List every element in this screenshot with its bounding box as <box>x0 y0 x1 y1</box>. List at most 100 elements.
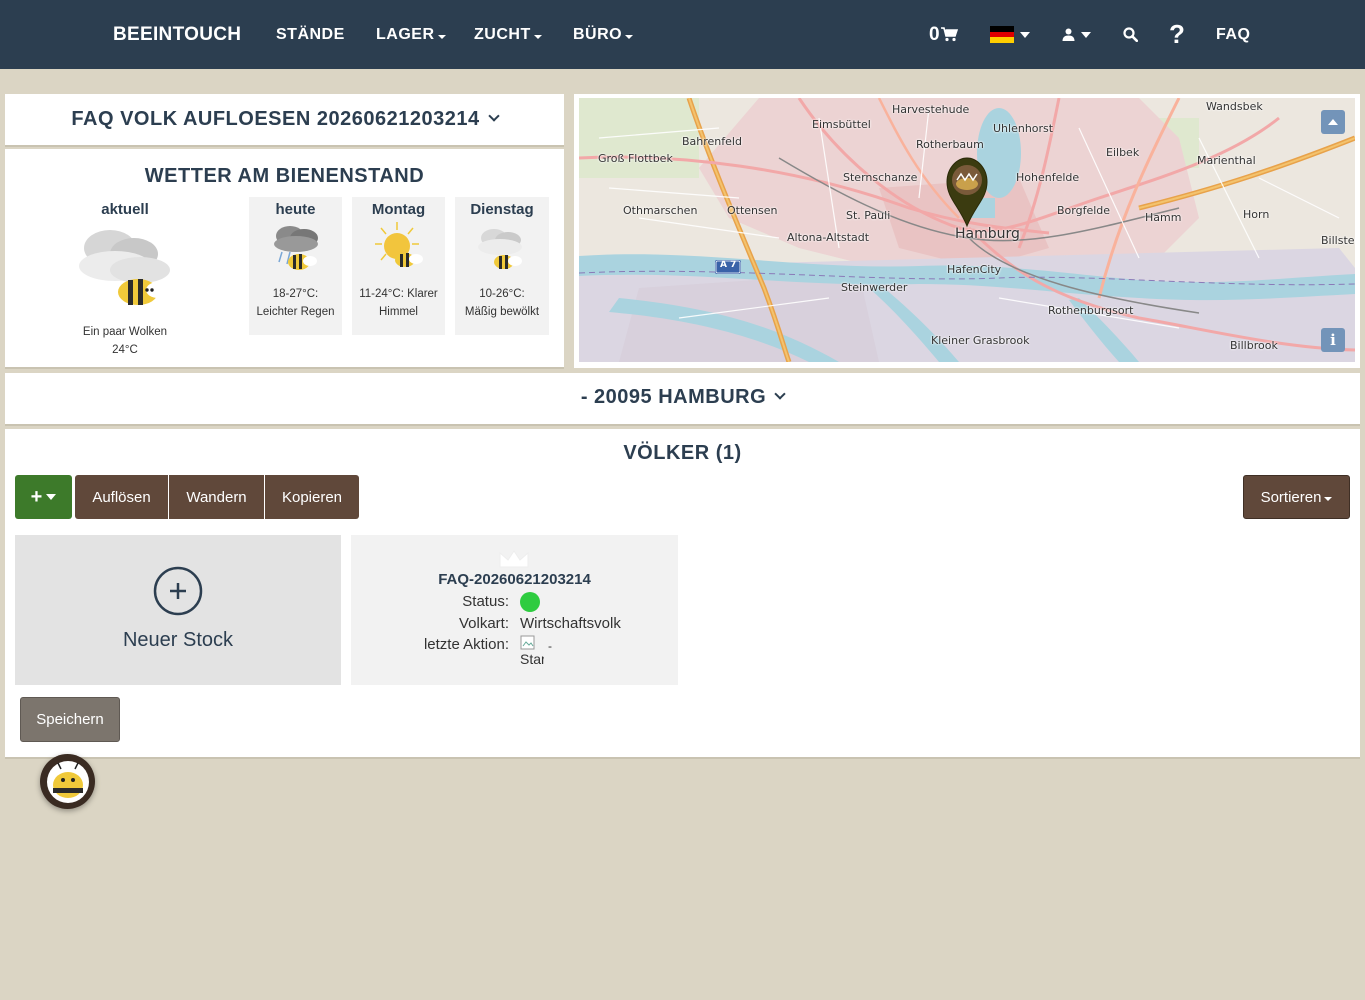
nav-zucht-dropdown[interactable]: ZUCHT <box>474 0 542 69</box>
status-label: Status: <box>462 593 509 610</box>
map-label: Borgfelde <box>1057 204 1111 217</box>
caret-down-icon <box>46 494 57 500</box>
search-button[interactable] <box>1123 0 1138 69</box>
last-action-image: Star <box>520 635 544 669</box>
weather-day-temp: 11-24°C: Klarer <box>359 288 438 300</box>
caret-down-icon <box>1324 497 1333 501</box>
top-navbar: BEEINTOUCH STÄNDE LAGER ZUCHT BÜRO 0 ? F… <box>0 0 1365 69</box>
copy-button[interactable]: Kopieren <box>265 475 359 519</box>
weather-title: WETTER AM BIENENSTAND <box>144 165 425 187</box>
map-label: Rothenburgsort <box>1048 304 1134 317</box>
nav-zucht-label: ZUCHT <box>474 25 531 43</box>
weather-day-label: Dienstag <box>470 201 534 218</box>
map-label: Groß Flottbek <box>598 152 673 165</box>
caret-up-icon <box>1328 119 1338 125</box>
colonies-panel: VÖLKER (1) + Auflösen Wandern Kopieren S… <box>5 429 1360 759</box>
user-icon <box>1062 28 1075 41</box>
caret-down-icon <box>1020 31 1030 38</box>
plus-circle-icon <box>153 566 203 616</box>
weather-day-heute: heute 18-27°C: Leichter Regen <box>249 197 342 335</box>
cart-count: 0 <box>929 23 941 45</box>
dissolve-button[interactable]: Auflösen <box>75 475 168 519</box>
map-label: Marienthal <box>1197 154 1256 167</box>
last-action-alt: Star <box>520 651 544 667</box>
cloud-bee-icon <box>79 230 170 305</box>
weather-day-desc: Mäßig bewölkt <box>464 306 540 318</box>
nav-staende-label: STÄNDE <box>276 25 345 43</box>
weather-panel: WETTER AM BIENENSTAND aktuell Ein paar W… <box>5 149 564 369</box>
nav-staende[interactable]: STÄNDE <box>276 0 345 69</box>
info-icon: i <box>1330 331 1336 349</box>
weather-current-temp: 24°C <box>112 344 138 356</box>
map-label: Eimsbüttel <box>812 118 871 131</box>
location-dropdown[interactable]: - 20095 HAMBURG <box>5 386 1360 409</box>
map-label: Ottensen <box>727 204 778 217</box>
caret-down-icon <box>533 34 542 39</box>
crown-icon <box>499 550 529 568</box>
map-label: Kleiner Grasbrook <box>931 334 1030 347</box>
help-question-icon[interactable]: ? <box>1169 0 1185 69</box>
status-dot <box>520 592 540 612</box>
map-label: Steinwerder <box>841 281 908 294</box>
language-dropdown[interactable] <box>990 0 1030 69</box>
location-title: - 20095 HAMBURG <box>580 386 767 408</box>
map-label: Wandsbek <box>1206 100 1263 113</box>
new-hive-card[interactable]: Neuer Stock <box>15 535 341 685</box>
weather-day-dienstag: Dienstag 10-26°C: Mäßig bewölkt <box>455 197 549 335</box>
new-hive-label: Neuer Stock <box>122 629 234 651</box>
nav-buero-label: BÜRO <box>573 25 623 43</box>
map-label: Horn <box>1243 208 1270 221</box>
brand-logo-link[interactable]: BEEINTOUCH <box>113 0 241 69</box>
broken-image-icon <box>520 635 535 650</box>
nav-lager-dropdown[interactable]: LAGER <box>376 0 446 69</box>
weather-day-temp: 10-26°C: <box>479 288 525 300</box>
map-label: Uhlenhorst <box>993 122 1054 135</box>
last-action-label: letzte Aktion: <box>423 636 509 653</box>
cloud-icon <box>478 229 522 269</box>
chevron-down-icon <box>487 110 500 122</box>
map-info-button[interactable]: i <box>1321 328 1345 352</box>
sort-dropdown-button[interactable]: Sortieren <box>1243 475 1350 519</box>
chevron-down-icon <box>774 388 786 400</box>
a7-shield-label: A 7 <box>720 260 737 270</box>
rain-cloud-icon <box>273 226 318 270</box>
weather-day-montag: Montag 11-24°C: Klarer Himmel <box>352 197 445 335</box>
add-colony-dropdown-button[interactable]: + <box>15 475 72 519</box>
colony-name: FAQ-20260621203214 <box>438 571 591 588</box>
apiary-map[interactable]: Harvestehude Wandsbek Eimsbüttel Uhlenho… <box>579 98 1355 362</box>
nav-lager-label: LAGER <box>376 25 435 43</box>
save-button[interactable]: Speichern <box>20 697 120 742</box>
map-label: HafenCity <box>947 263 1002 276</box>
page-title: FAQ VOLK AUFLOESEN 20260621203214 <box>71 108 480 130</box>
bee-mascot-icon <box>46 760 89 803</box>
map-label: Billstedt <box>1321 234 1355 247</box>
weather-day-desc: Himmel <box>379 306 418 318</box>
nav-buero-dropdown[interactable]: BÜRO <box>573 0 634 69</box>
type-label: Volkart: <box>458 615 509 632</box>
map-label: Billbrook <box>1230 339 1278 352</box>
weather-current-label: aktuell <box>101 201 149 218</box>
colony-card[interactable]: FAQ-20260621203214 Status: Volkart: Wirt… <box>351 535 678 685</box>
map-label: Othmarschen <box>623 204 698 217</box>
map-label: Hamm <box>1145 211 1182 224</box>
user-menu-dropdown[interactable] <box>1062 0 1091 69</box>
colony-title-dropdown[interactable]: FAQ VOLK AUFLOESEN 20260621203214 <box>5 108 564 131</box>
map-label: Hohenfelde <box>1016 171 1080 184</box>
weather-day-label: heute <box>275 201 316 218</box>
plus-icon: + <box>30 485 43 508</box>
nav-faq[interactable]: FAQ <box>1216 0 1250 69</box>
migrate-button[interactable]: Wandern <box>169 475 264 519</box>
cart-link[interactable]: 0 <box>929 0 959 69</box>
type-value: Wirtschaftsvolk <box>520 615 621 632</box>
colony-title-panel: FAQ VOLK AUFLOESEN 20260621203214 <box>5 94 564 147</box>
sun-icon <box>374 222 423 267</box>
caret-down-icon <box>625 34 634 39</box>
weather-day-label: Montag <box>371 201 426 218</box>
german-flag-icon <box>990 26 1014 44</box>
caret-down-icon <box>1081 31 1091 38</box>
location-panel: - 20095 HAMBURG <box>5 373 1360 426</box>
weather-current: aktuell Ein paar Wolken 24°C <box>65 197 185 367</box>
map-collapse-button[interactable] <box>1321 110 1345 134</box>
sort-label: Sortieren <box>1260 488 1322 506</box>
bee-assistant-button[interactable] <box>40 754 95 809</box>
